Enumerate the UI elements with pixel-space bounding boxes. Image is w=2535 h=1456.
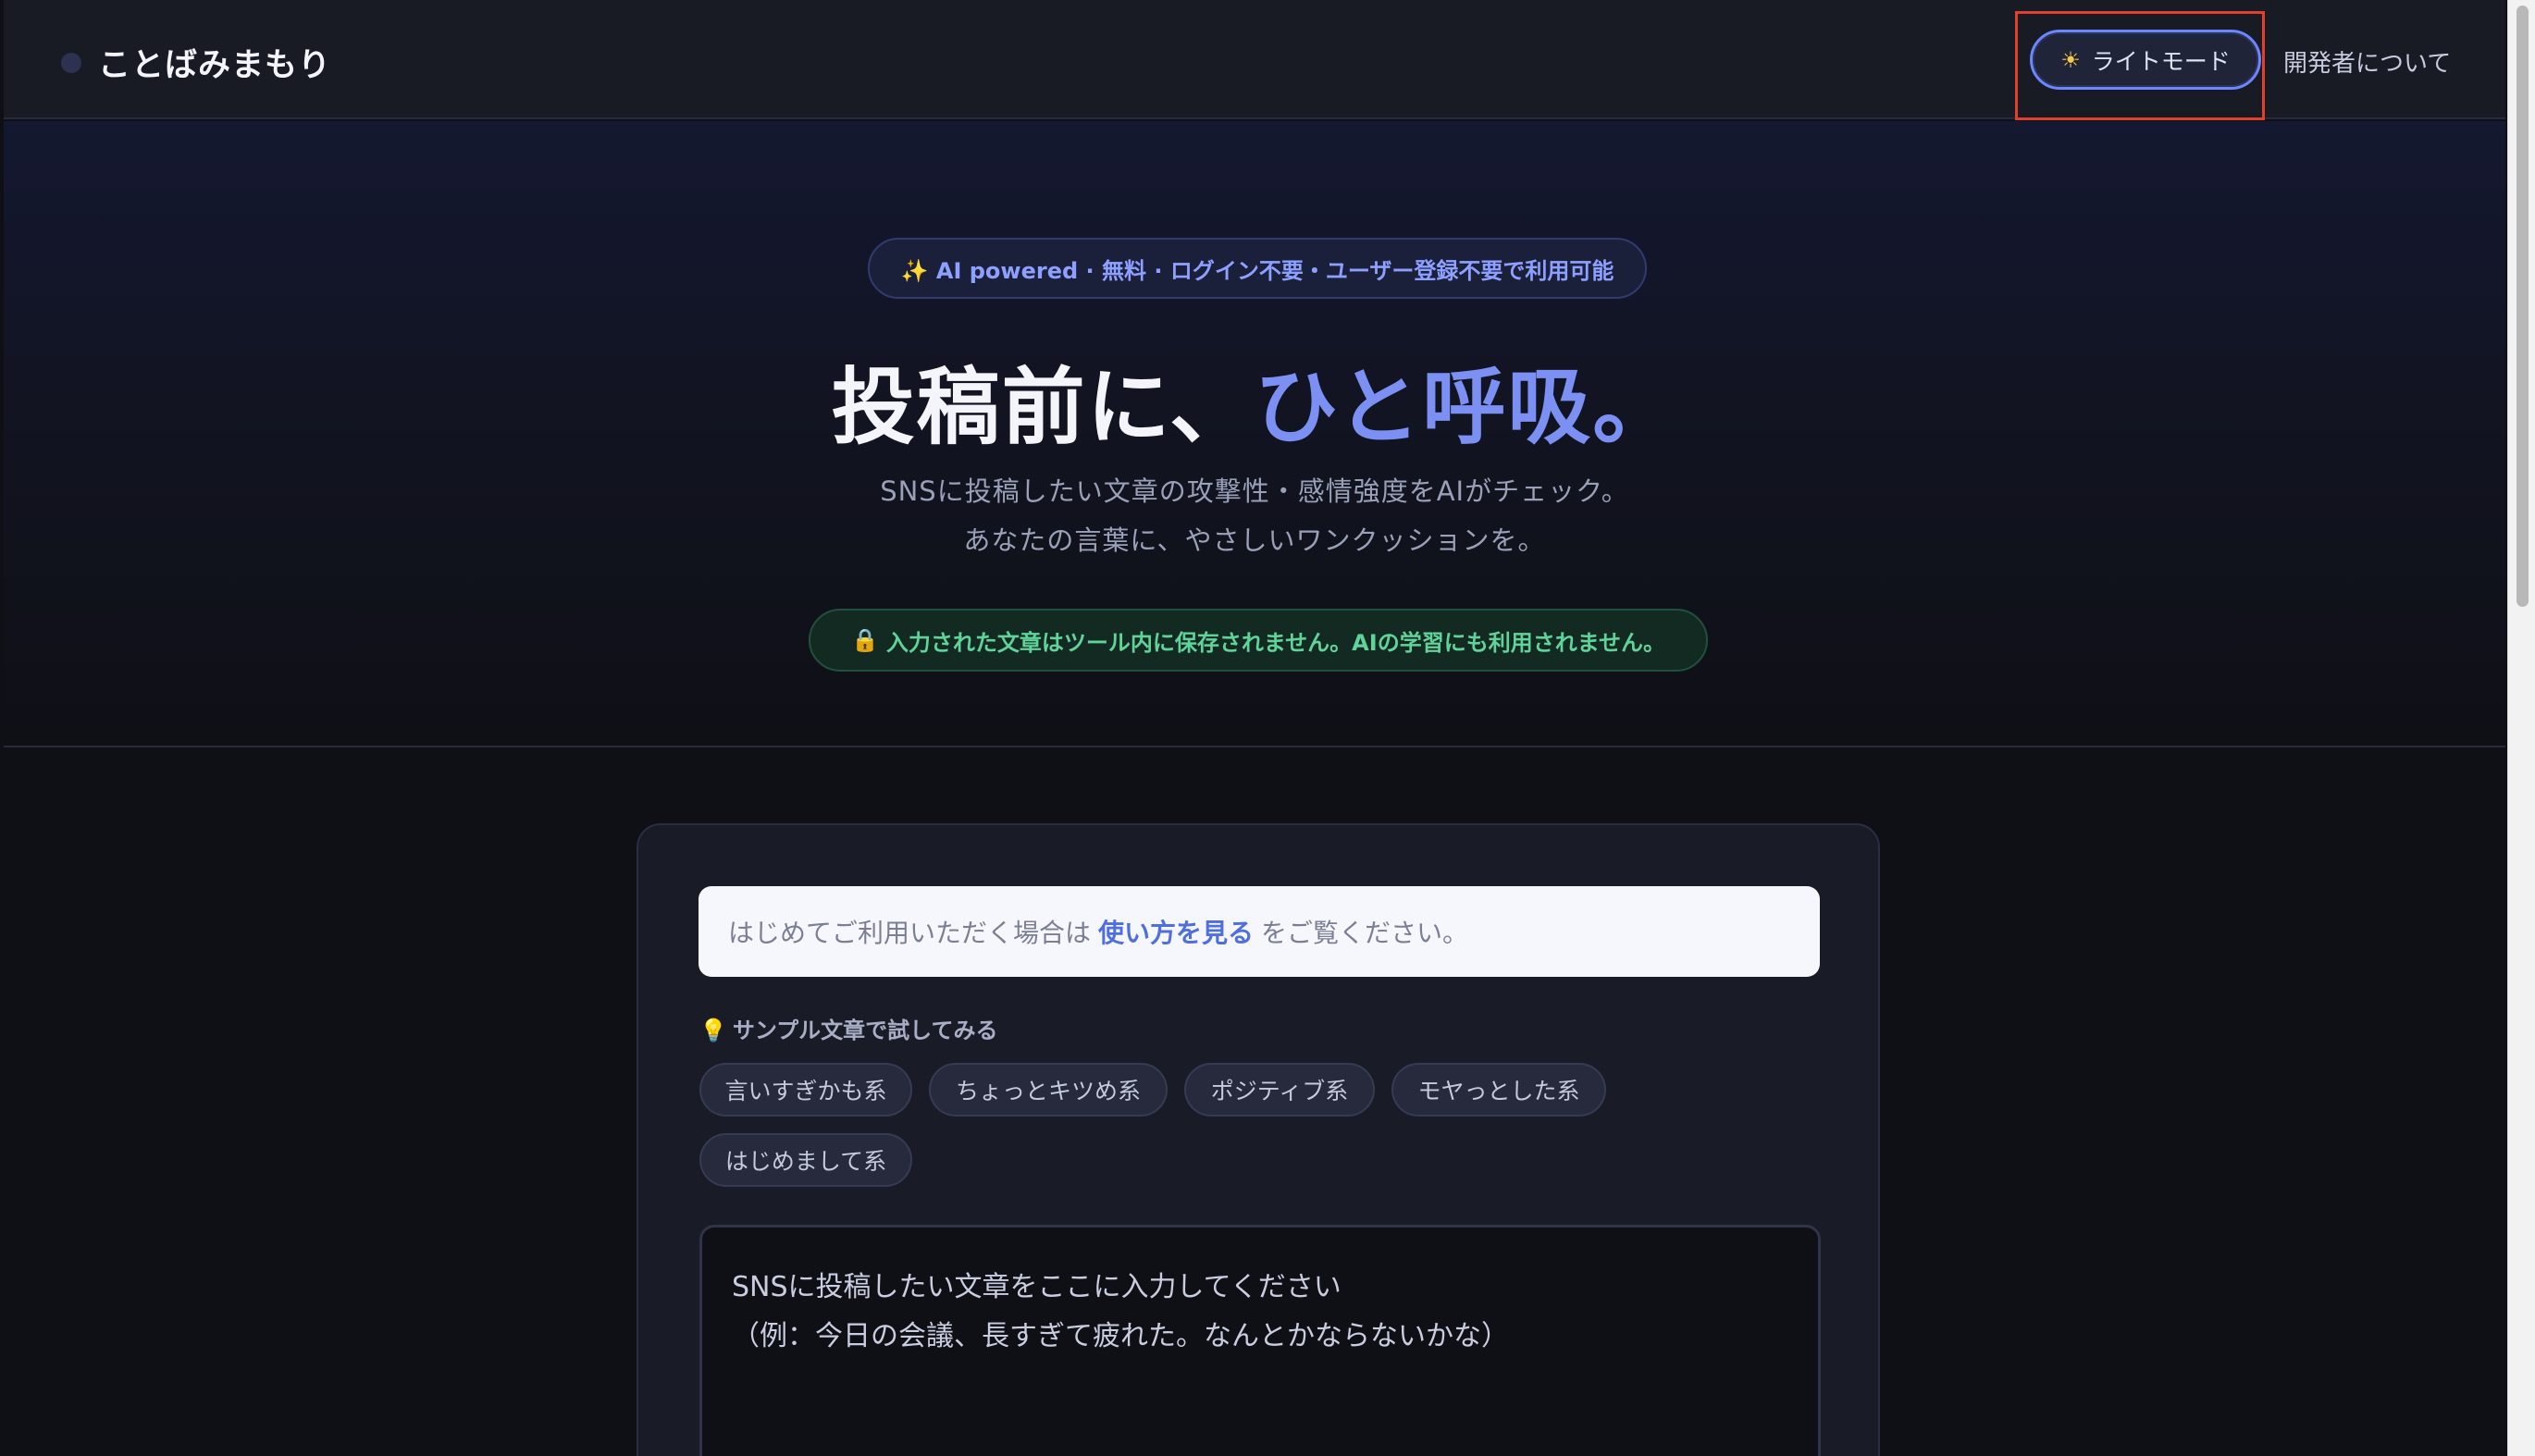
about-developer-link[interactable]: 開発者について xyxy=(2283,44,2451,79)
privacy-text: 入力された文章はツール内に保存されません。AIの学習にも利用されません。 xyxy=(885,629,1665,656)
headline-main: 投稿前に、 xyxy=(831,358,1255,456)
lightbulb-icon: 💡 xyxy=(699,1018,727,1043)
notice-prefix: はじめてご利用いただく場合は xyxy=(728,918,1092,948)
headline-accent: ひと呼吸。 xyxy=(1255,358,1678,456)
notice-suffix: をご覧ください。 xyxy=(1261,918,1469,948)
hero-subtitle: SNSに投稿したい文章の攻撃性・感情強度をAIがチェック。 あなたの言葉に、やさ… xyxy=(4,467,2505,565)
page-headline: 投稿前に、ひと呼吸。 xyxy=(4,339,2505,460)
lock-icon: 🔒 xyxy=(851,627,879,653)
mode-toggle-label: ライトモード xyxy=(2091,47,2231,75)
light-mode-toggle-button[interactable]: ☀ ライトモード xyxy=(2030,30,2261,90)
privacy-notice: 🔒 入力された文章はツール内に保存されません。AIの学習にも利用されません。 xyxy=(809,609,1708,672)
how-to-use-link[interactable]: 使い方を見る xyxy=(1098,913,1254,950)
samples-title: サンプル文章で試してみる xyxy=(732,1018,998,1043)
post-text-input[interactable] xyxy=(699,1225,1821,1456)
first-time-notice: はじめてご利用いただく場合は 使い方を見る をご覧ください。 xyxy=(699,886,1820,977)
samples-heading: 💡 サンプル文章で試してみる xyxy=(699,1012,997,1044)
hero-section: ✨ AI powered · 無料 · ログイン不要・ユーザー登録不要で利用可能… xyxy=(4,121,2505,747)
brand[interactable]: ことばみまもり xyxy=(61,39,331,86)
subtitle-line-1: SNSに投稿したい文章の攻撃性・感情強度をAIがチェック。 xyxy=(880,475,1629,507)
app-window: ことばみまもり ☀ ライトモード 開発者について ✨ AI powered · … xyxy=(4,0,2505,1456)
top-header: ことばみまもり ☀ ライトモード 開発者について xyxy=(4,0,2505,120)
sun-icon: ☀ xyxy=(2060,46,2081,73)
brand-name: ことばみまもり xyxy=(98,46,332,84)
sample-chip-hajimemashite[interactable]: はじめまして系 xyxy=(699,1133,912,1187)
input-card: はじめてご利用いただく場合は 使い方を見る をご覧ください。 💡 サンプル文章で試… xyxy=(637,823,1880,1456)
feature-badge: ✨ AI powered · 無料 · ログイン不要・ユーザー登録不要で利用可能 xyxy=(868,238,1647,299)
sample-chip-positive[interactable]: ポジティブ系 xyxy=(1184,1063,1375,1117)
subtitle-line-2: あなたの言葉に、やさしいワンクッションを。 xyxy=(963,524,1546,556)
sample-chip-moyatto[interactable]: モヤっとした系 xyxy=(1391,1063,1606,1117)
vertical-scrollbar[interactable] xyxy=(2507,0,2535,1456)
brand-logo-dot xyxy=(61,52,81,73)
scrollbar-thumb[interactable] xyxy=(2516,6,2529,607)
sample-chip-kitsume[interactable]: ちょっとキツめ系 xyxy=(929,1063,1168,1117)
sample-chip-iisugi[interactable]: 言いすぎかも系 xyxy=(699,1063,912,1117)
